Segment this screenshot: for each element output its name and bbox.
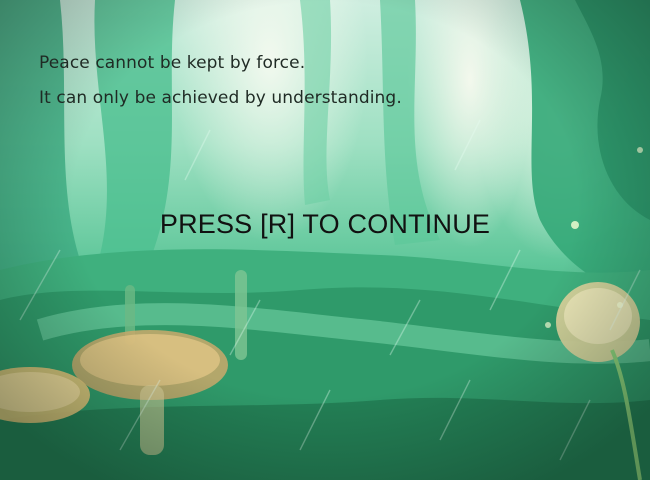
continue-prompt[interactable]: PRESS [R] TO CONTINUE [0, 209, 650, 240]
dialogue-line-1: Peace cannot be kept by force. [39, 53, 306, 73]
game-scene: Peace cannot be kept by force. It can on… [0, 0, 650, 480]
dialogue-line-2: It can only be achieved by understanding… [39, 88, 402, 108]
dialogue-box: Peace cannot be kept by force. It can on… [39, 46, 402, 116]
